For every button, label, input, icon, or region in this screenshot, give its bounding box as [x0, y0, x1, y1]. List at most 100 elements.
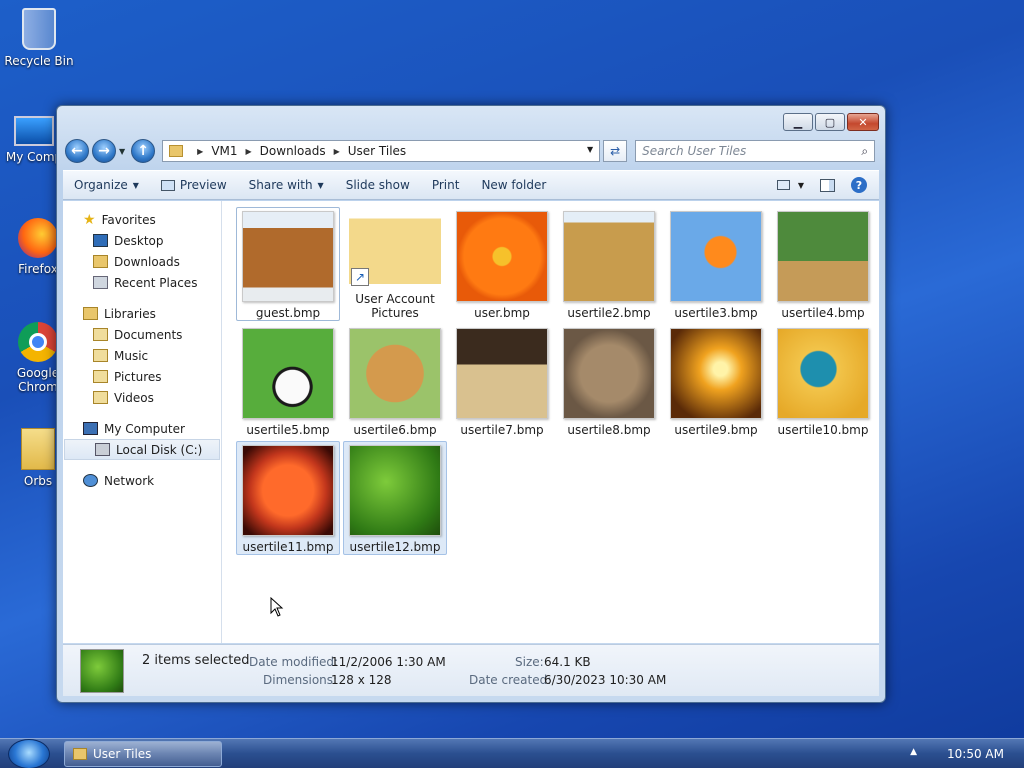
music-icon — [93, 349, 108, 362]
nav-pictures[interactable]: Pictures — [63, 366, 221, 387]
robot-thumbnail — [563, 211, 655, 302]
taskbar: User Tiles ▲ 10:50 AM — [0, 738, 1024, 768]
taskbar-item-user-tiles[interactable]: User Tiles — [64, 741, 222, 767]
pictures-icon — [93, 370, 108, 383]
navigation-pane: ★ Favorites Desktop Downloads Recent Plac… — [63, 201, 222, 643]
drive-icon — [95, 443, 110, 456]
size-label: Size: — [515, 655, 544, 669]
folder-icon — [73, 748, 87, 760]
folder-item[interactable]: ↗ User Account Pictures — [343, 207, 447, 321]
breadcrumb-downloads[interactable]: Downloads — [260, 144, 326, 158]
folder-icon — [169, 145, 184, 157]
start-button[interactable] — [8, 739, 50, 768]
recent-pages-dropdown[interactable]: ▼ — [119, 147, 125, 156]
view-options-button[interactable]: ▼ — [776, 180, 804, 190]
up-button[interactable]: ↑ — [131, 139, 156, 163]
preview-button[interactable]: Preview — [150, 178, 238, 192]
view-icon — [776, 180, 790, 190]
sports-balls-thumbnail — [242, 328, 334, 419]
address-bar[interactable]: ▶ VM1 ▶ Downloads ▶ User Tiles ▼ — [162, 140, 601, 162]
system-tray: ▲ 10:50 AM — [910, 747, 1004, 761]
help-icon[interactable]: ? — [851, 177, 867, 193]
slide-show-button[interactable]: Slide show — [335, 178, 421, 192]
search-input[interactable]: Search User Tiles ⌕ — [635, 140, 876, 162]
size-value: 64.1 KB — [544, 655, 591, 669]
bonsai-thumbnail — [777, 211, 869, 302]
desktop-icon — [93, 234, 108, 247]
nav-videos[interactable]: Videos — [63, 387, 221, 408]
clock[interactable]: 10:50 AM — [947, 747, 1004, 761]
explorer-window: ▁ ▢ ✕ ← → ▼ ↑ ▶ VM1 ▶ Downloads ▶ User T… — [56, 105, 886, 703]
file-item[interactable]: usertile9.bmp — [664, 324, 768, 438]
caption-buttons: ▁ ▢ ✕ — [783, 113, 879, 131]
file-item[interactable]: usertile5.bmp — [236, 324, 340, 438]
nav-my-computer[interactable]: My Computer — [63, 418, 221, 439]
mouse-cursor-icon — [270, 597, 284, 617]
chrome-icon — [18, 322, 58, 362]
file-item[interactable]: usertile11.bmp — [236, 441, 340, 555]
folder-shortcut-icon: ↗ — [349, 211, 441, 288]
chevron-down-icon: ▼ — [317, 180, 324, 190]
back-button[interactable]: ← — [65, 139, 89, 163]
chevron-right-icon: ▶ — [245, 146, 252, 156]
file-item[interactable]: user.bmp — [450, 207, 554, 321]
recent-places-icon — [93, 276, 108, 289]
documents-icon — [93, 328, 108, 341]
breadcrumb-vm1[interactable]: VM1 — [211, 144, 237, 158]
nav-recent-places[interactable]: Recent Places — [63, 272, 221, 293]
nav-local-disk[interactable]: Local Disk (C:) — [64, 439, 220, 460]
nav-libraries[interactable]: Libraries — [63, 303, 221, 324]
file-item[interactable]: guest.bmp — [236, 207, 340, 321]
suitcase-thumbnail — [242, 211, 334, 302]
search-icon: ⌕ — [861, 143, 869, 158]
file-item[interactable]: usertile7.bmp — [450, 324, 554, 438]
file-item[interactable]: usertile6.bmp — [343, 324, 447, 438]
desktop-icon-recycle-bin[interactable]: Recycle Bin — [1, 8, 77, 68]
maximize-button[interactable]: ▢ — [815, 113, 845, 131]
file-item[interactable]: usertile12.bmp — [343, 441, 447, 555]
navigation-bar: ← → ▼ ↑ ▶ VM1 ▶ Downloads ▶ User Tiles ▼… — [65, 138, 879, 164]
details-pane: 2 items selected Date modified: 11/2/200… — [63, 644, 879, 696]
sparkles-thumbnail — [670, 328, 762, 419]
file-item[interactable]: usertile10.bmp — [771, 324, 875, 438]
new-folder-button[interactable]: New folder — [470, 178, 557, 192]
chevron-down-icon: ▼ — [797, 180, 804, 190]
starfish-thumbnail — [242, 445, 334, 536]
nav-downloads[interactable]: Downloads — [63, 251, 221, 272]
file-item[interactable]: usertile8.bmp — [557, 324, 661, 438]
goldfish-thumbnail — [670, 211, 762, 302]
search-placeholder: Search User Tiles — [642, 144, 747, 158]
command-bar: Organize ▼ Preview Share with ▼ Slide show… — [63, 170, 879, 200]
file-item[interactable]: usertile4.bmp — [771, 207, 875, 321]
nav-network[interactable]: Network — [63, 470, 221, 491]
computer-icon — [14, 116, 54, 146]
kitten-thumbnail — [563, 328, 655, 419]
downloads-icon — [93, 255, 108, 268]
refresh-button[interactable]: ⇄ — [603, 140, 628, 162]
share-with-button[interactable]: Share with ▼ — [238, 178, 335, 192]
content-area: ★ Favorites Desktop Downloads Recent Plac… — [63, 201, 879, 643]
videos-icon — [93, 391, 108, 404]
star-icon: ★ — [83, 211, 96, 228]
preview-pane-button[interactable] — [820, 178, 835, 192]
organize-button[interactable]: Organize ▼ — [63, 178, 150, 192]
date-created-value: 6/30/2023 10:30 AM — [544, 673, 667, 687]
nav-favorites[interactable]: ★ Favorites — [63, 209, 221, 230]
nav-documents[interactable]: Documents — [63, 324, 221, 345]
nav-desktop[interactable]: Desktop — [63, 230, 221, 251]
file-item[interactable]: usertile2.bmp — [557, 207, 661, 321]
recycle-bin-icon — [22, 8, 56, 50]
dimensions-value: 128 x 128 — [331, 673, 392, 687]
minimize-button[interactable]: ▁ — [783, 113, 813, 131]
file-item[interactable]: usertile3.bmp — [664, 207, 768, 321]
breadcrumb-user-tiles[interactable]: User Tiles — [348, 144, 406, 158]
forward-button[interactable]: → — [92, 139, 116, 163]
nav-music[interactable]: Music — [63, 345, 221, 366]
date-modified-value: 11/2/2006 1:30 AM — [331, 655, 446, 669]
print-button[interactable]: Print — [421, 178, 471, 192]
chevron-right-icon: ▶ — [197, 146, 204, 156]
libraries-icon — [83, 307, 98, 320]
show-hidden-icons-icon[interactable]: ▲ — [910, 747, 917, 761]
chevron-down-icon[interactable]: ▼ — [587, 145, 593, 154]
close-button[interactable]: ✕ — [847, 113, 879, 131]
